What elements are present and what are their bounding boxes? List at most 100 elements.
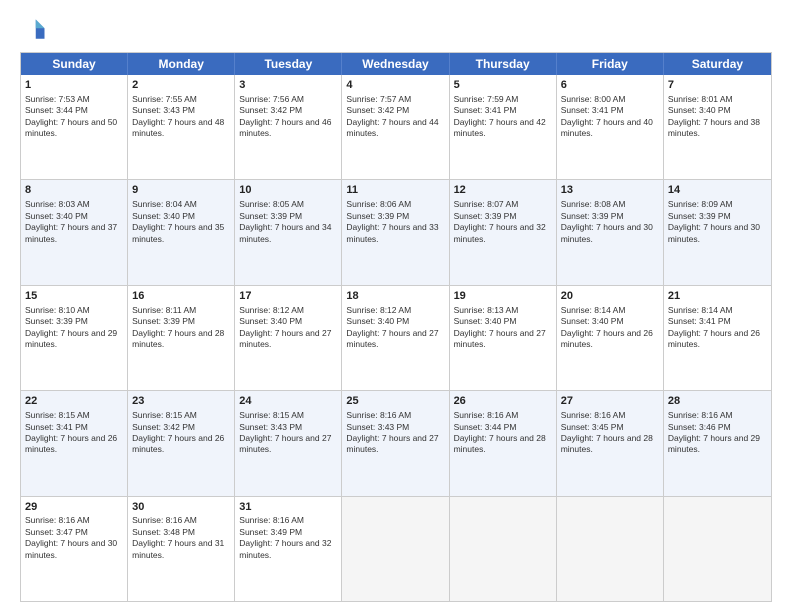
- empty-cell: [557, 497, 664, 601]
- daylight-text: Daylight: 7 hours and 27 minutes.: [239, 433, 331, 454]
- sunset-text: Sunset: 3:43 PM: [132, 105, 195, 115]
- calendar-row-5: 29Sunrise: 8:16 AMSunset: 3:47 PMDayligh…: [21, 496, 771, 601]
- day-number: 15: [25, 289, 123, 304]
- day-number: 14: [668, 183, 767, 198]
- calendar-body: 1Sunrise: 7:53 AMSunset: 3:44 PMDaylight…: [21, 75, 771, 601]
- day-number: 24: [239, 394, 337, 409]
- day-cell-3: 3Sunrise: 7:56 AMSunset: 3:42 PMDaylight…: [235, 75, 342, 179]
- daylight-text: Daylight: 7 hours and 29 minutes.: [25, 328, 117, 349]
- sunrise-text: Sunrise: 8:16 AM: [346, 410, 411, 420]
- day-cell-28: 28Sunrise: 8:16 AMSunset: 3:46 PMDayligh…: [664, 391, 771, 495]
- weekday-header-saturday: Saturday: [664, 53, 771, 75]
- empty-cell: [450, 497, 557, 601]
- sunset-text: Sunset: 3:41 PM: [25, 422, 88, 432]
- sunrise-text: Sunrise: 8:16 AM: [454, 410, 519, 420]
- sunrise-text: Sunrise: 8:09 AM: [668, 199, 733, 209]
- day-number: 30: [132, 500, 230, 515]
- day-cell-1: 1Sunrise: 7:53 AMSunset: 3:44 PMDaylight…: [21, 75, 128, 179]
- daylight-text: Daylight: 7 hours and 44 minutes.: [346, 117, 438, 138]
- sunset-text: Sunset: 3:45 PM: [561, 422, 624, 432]
- daylight-text: Daylight: 7 hours and 33 minutes.: [346, 222, 438, 243]
- day-cell-29: 29Sunrise: 8:16 AMSunset: 3:47 PMDayligh…: [21, 497, 128, 601]
- day-cell-2: 2Sunrise: 7:55 AMSunset: 3:43 PM Daylight…: [128, 75, 235, 179]
- sunrise-text: Sunrise: 8:11 AM: [132, 305, 196, 315]
- sunset-text: Sunset: 3:39 PM: [668, 211, 731, 221]
- sunset-text: Sunset: 3:40 PM: [346, 316, 409, 326]
- day-number: 29: [25, 500, 123, 515]
- sunset-text: Sunset: 3:40 PM: [668, 105, 731, 115]
- calendar-row-2: 8Sunrise: 8:03 AMSunset: 3:40 PMDaylight…: [21, 179, 771, 284]
- daylight-text: Daylight: 7 hours and 26 minutes.: [668, 328, 760, 349]
- day-number: 8: [25, 183, 123, 198]
- sunrise-text: Sunrise: 7:59 AM: [454, 94, 519, 104]
- sunrise-text: Sunrise: 8:14 AM: [561, 305, 626, 315]
- sunrise-text: Sunrise: 8:16 AM: [132, 515, 197, 525]
- sunrise-text: Sunrise: 8:15 AM: [25, 410, 90, 420]
- day-number: 19: [454, 289, 552, 304]
- daylight-text: Daylight: 7 hours and 26 minutes.: [561, 328, 653, 349]
- daylight-text: Daylight: 7 hours and 30 minutes.: [561, 222, 653, 243]
- day-cell-16: 16Sunrise: 8:11 AMSunset: 3:39 PMDayligh…: [128, 286, 235, 390]
- day-cell-24: 24Sunrise: 8:15 AM Sunset: 3:43 PMDayligh…: [235, 391, 342, 495]
- daylight-text: Daylight: 7 hours and 31 minutes.: [132, 538, 224, 559]
- sunrise-text: Sunrise: 8:15 AM: [132, 410, 197, 420]
- sunset-text: Sunset: 3:40 PM: [454, 316, 517, 326]
- day-cell-31: 31Sunrise: 8:16 AMSunset: 3:49 PMDayligh…: [235, 497, 342, 601]
- sunrise-text: Sunrise: 7:55 AM: [132, 94, 197, 104]
- weekday-header-wednesday: Wednesday: [342, 53, 449, 75]
- logo-icon: [20, 16, 48, 44]
- day-cell-14: 14Sunrise: 8:09 AM Sunset: 3:39 PMDayligh…: [664, 180, 771, 284]
- sunset-text: Sunset: 3:39 PM: [346, 211, 409, 221]
- calendar-row-4: 22Sunrise: 8:15 AMSunset: 3:41 PMDayligh…: [21, 390, 771, 495]
- day-cell-13: 13Sunrise: 8:08 AMSunset: 3:39 PMDayligh…: [557, 180, 664, 284]
- daylight-text: Daylight: 7 hours and 27 minutes.: [346, 328, 438, 349]
- day-number: 22: [25, 394, 123, 409]
- day-cell-4: 4Sunrise: 7:57 AMSunset: 3:42 PMDaylight…: [342, 75, 449, 179]
- day-cell-12: 12Sunrise: 8:07 AMSunset: 3:39 PMDayligh…: [450, 180, 557, 284]
- day-cell-19: 19Sunrise: 8:13 AMSunset: 3:40 PMDayligh…: [450, 286, 557, 390]
- sunset-text: Sunset: 3:40 PM: [25, 211, 88, 221]
- sunset-text: Sunset: 3:47 PM: [25, 527, 88, 537]
- sunset-text: Sunset: 3:49 PM: [239, 527, 302, 537]
- day-number: 1: [25, 78, 123, 93]
- sunset-text: Sunset: 3:44 PM: [25, 105, 88, 115]
- weekday-header-monday: Monday: [128, 53, 235, 75]
- daylight-text: Daylight: 7 hours and 42 minutes.: [454, 117, 546, 138]
- day-cell-23: 23Sunrise: 8:15 AMSunset: 3:42 PMDayligh…: [128, 391, 235, 495]
- sunrise-text: Sunrise: 8:13 AM: [454, 305, 519, 315]
- day-cell-17: 17Sunrise: 8:12 AMSunset: 3:40 PMDayligh…: [235, 286, 342, 390]
- sunrise-text: Sunrise: 8:16 AM: [668, 410, 733, 420]
- sunset-text: Sunset: 3:42 PM: [132, 422, 195, 432]
- sunrise-text: Sunrise: 8:07 AM: [454, 199, 519, 209]
- daylight-text: Daylight: 7 hours and 30 minutes.: [668, 222, 760, 243]
- weekday-header-friday: Friday: [557, 53, 664, 75]
- day-cell-27: 27Sunrise: 8:16 AMSunset: 3:45 PMDayligh…: [557, 391, 664, 495]
- daylight-text: Daylight: 7 hours and 27 minutes.: [239, 328, 331, 349]
- day-cell-20: 20Sunrise: 8:14 AMSunset: 3:40 PMDayligh…: [557, 286, 664, 390]
- day-cell-15: 15Sunrise: 8:10 AMSunset: 3:39 PMDayligh…: [21, 286, 128, 390]
- daylight-text: Daylight: 7 hours and 35 minutes.: [132, 222, 224, 243]
- daylight-text: Daylight: 7 hours and 28 minutes.: [132, 328, 224, 349]
- sunset-text: Sunset: 3:40 PM: [239, 316, 302, 326]
- sunset-text: Sunset: 3:41 PM: [454, 105, 517, 115]
- sunrise-text: Sunrise: 8:00 AM: [561, 94, 626, 104]
- sunrise-text: Sunrise: 7:57 AM: [346, 94, 411, 104]
- sunset-text: Sunset: 3:39 PM: [132, 316, 195, 326]
- daylight-text: Daylight: 7 hours and 48 minutes.: [132, 117, 224, 138]
- sunset-text: Sunset: 3:39 PM: [239, 211, 302, 221]
- sunset-text: Sunset: 3:44 PM: [454, 422, 517, 432]
- day-number: 9: [132, 183, 230, 198]
- sunrise-text: Sunrise: 8:15 AM: [239, 410, 304, 420]
- sunset-text: Sunset: 3:39 PM: [454, 211, 517, 221]
- sunset-text: Sunset: 3:43 PM: [239, 422, 302, 432]
- daylight-text: Daylight: 7 hours and 30 minutes.: [25, 538, 117, 559]
- daylight-text: Daylight: 7 hours and 26 minutes.: [132, 433, 224, 454]
- day-cell-9: 9Sunrise: 8:04 AMSunset: 3:40 PMDaylight…: [128, 180, 235, 284]
- daylight-text: Daylight: 7 hours and 26 minutes.: [25, 433, 117, 454]
- sunset-text: Sunset: 3:43 PM: [346, 422, 409, 432]
- sunset-text: Sunset: 3:42 PM: [346, 105, 409, 115]
- sunrise-text: Sunrise: 8:14 AM: [668, 305, 733, 315]
- day-number: 2: [132, 78, 230, 93]
- day-number: 3: [239, 78, 337, 93]
- sunrise-text: Sunrise: 8:01 AM: [668, 94, 733, 104]
